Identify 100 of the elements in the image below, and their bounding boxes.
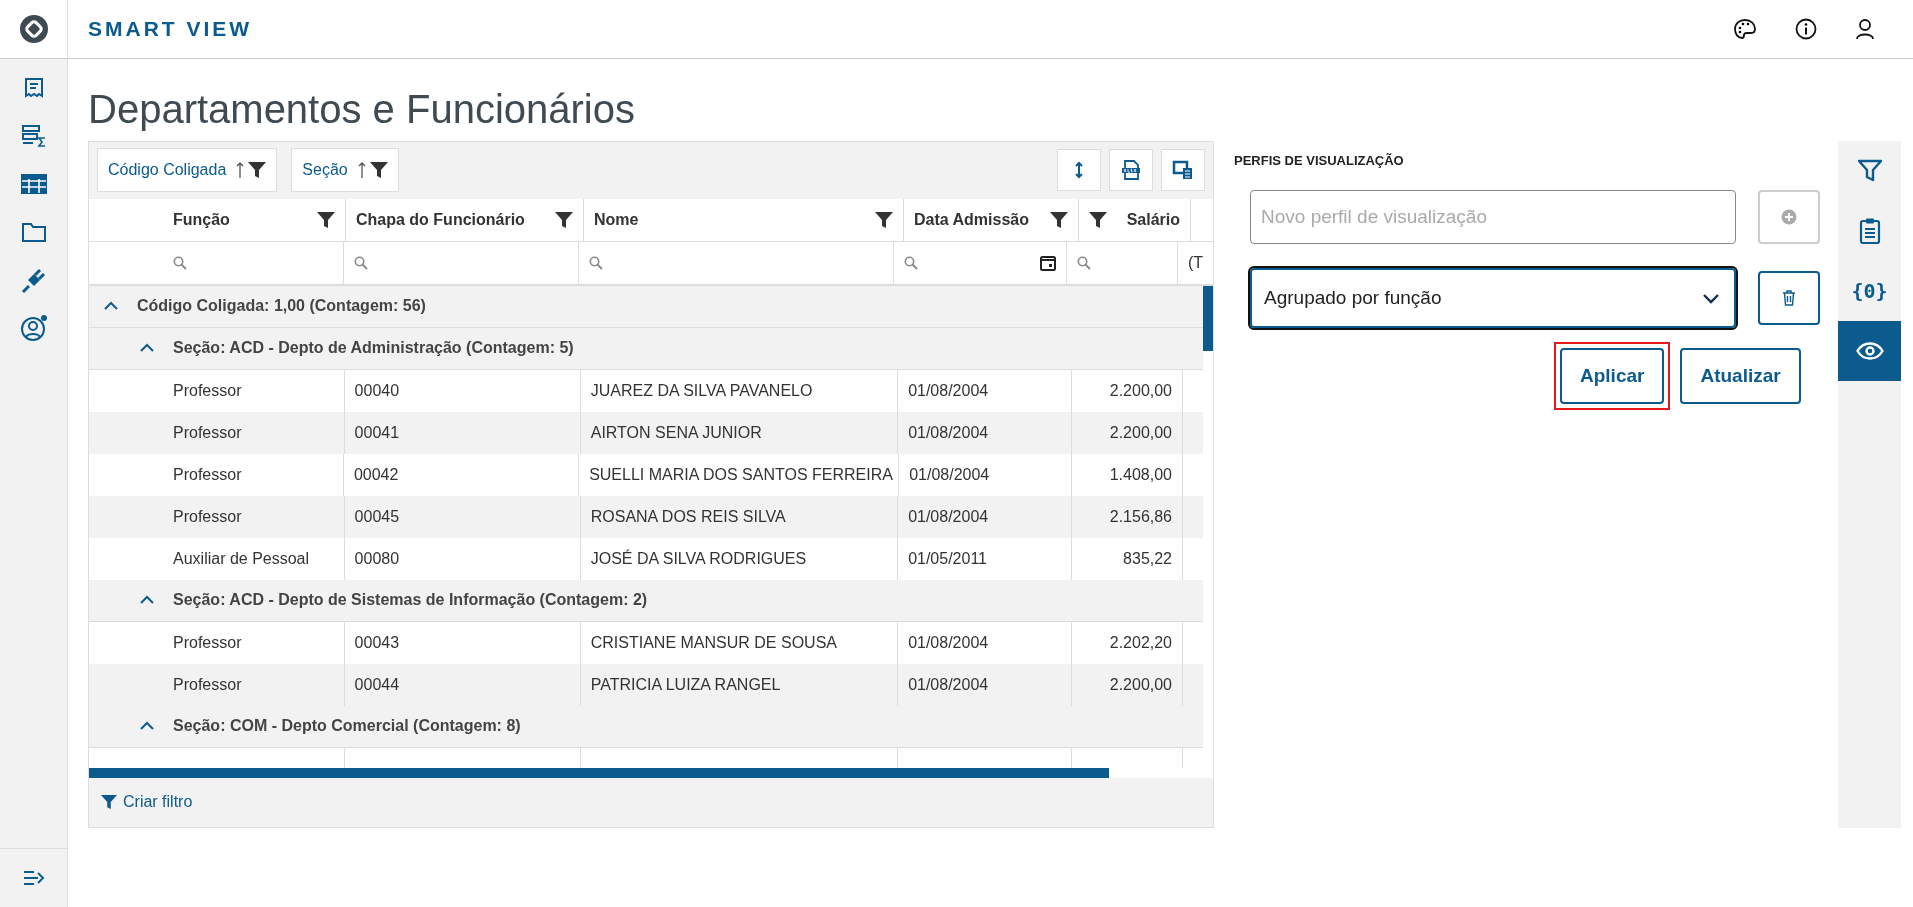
table-cell: 00044 bbox=[354, 675, 400, 694]
table-cell: Professor bbox=[173, 633, 242, 652]
columns-button[interactable] bbox=[1161, 149, 1205, 192]
info-icon[interactable] bbox=[1795, 18, 1817, 40]
table-cell: 01/08/2004 bbox=[908, 675, 989, 694]
table-cell: Professor bbox=[173, 381, 242, 400]
filter-icon bbox=[101, 794, 117, 811]
column-label: Chapa do Funcionário bbox=[356, 210, 526, 229]
search-icon bbox=[1077, 255, 1092, 270]
table-cell: 00080 bbox=[354, 549, 400, 568]
logo-icon bbox=[18, 14, 49, 44]
clipboard-icon bbox=[1858, 217, 1881, 245]
column-label: Salário bbox=[1125, 210, 1180, 229]
column-filter-text: (T bbox=[1187, 253, 1203, 272]
column-header[interactable]: Função bbox=[89, 198, 346, 241]
group-label: Seção: ACD - Depto de Sistemas de Informação (Contagem: 2) bbox=[173, 591, 648, 610]
table-cell: 2.202,20 bbox=[1109, 633, 1172, 652]
chip-label: Código Coligada bbox=[108, 161, 227, 180]
table-cell: 1.408,00 bbox=[1109, 465, 1172, 484]
table-icon bbox=[19, 172, 48, 196]
page-title: Departamentos e Funcionários bbox=[88, 86, 636, 133]
table-cell: SUELLI MARIA DOS SANTOS FERREIRA bbox=[589, 465, 893, 484]
vertical-scrollbar[interactable] bbox=[1203, 285, 1213, 351]
group-row[interactable]: Seção: ACD - Depto de Administração (Contagem: 5) bbox=[89, 327, 1203, 370]
table-cell: 2.200,00 bbox=[1109, 381, 1172, 400]
table-cell: 00045 bbox=[354, 507, 400, 526]
filter-icon[interactable] bbox=[555, 210, 573, 229]
vertical-arrows-icon bbox=[1075, 161, 1083, 180]
group-row[interactable]: Seção: ACD - Depto de Sistemas de Informação (Contagem: 2) bbox=[89, 579, 1203, 622]
table-cell: Professor bbox=[173, 423, 242, 442]
profile-select[interactable]: Agrupado por função bbox=[1250, 268, 1736, 328]
caret-icon[interactable] bbox=[139, 595, 155, 606]
folder-icon bbox=[20, 221, 47, 243]
sort-ascending-icon[interactable] bbox=[236, 161, 245, 180]
table-cell: 00043 bbox=[354, 633, 400, 652]
horizontal-scrollbar[interactable] bbox=[89, 767, 1109, 778]
table-cell: JUAREZ DA SILVA PAVANELO bbox=[590, 381, 813, 400]
table-cell: Auxiliar de Pessoal bbox=[173, 549, 310, 568]
list-sum-icon bbox=[20, 123, 47, 149]
table-cell: 2.200,00 bbox=[1109, 423, 1172, 442]
table-cell: 00041 bbox=[354, 423, 400, 442]
table-cell: ROSANA DOS REIS SILVA bbox=[590, 507, 786, 526]
calendar-icon[interactable] bbox=[1040, 254, 1057, 271]
filter-icon[interactable] bbox=[1089, 210, 1107, 229]
caret-icon[interactable] bbox=[139, 343, 155, 354]
caret-icon[interactable] bbox=[103, 301, 119, 312]
table-cell: 00042 bbox=[353, 465, 399, 484]
export-xlsx-button[interactable] bbox=[1109, 149, 1153, 192]
side-tab[interactable]: {0} bbox=[1838, 261, 1901, 321]
new-profile-field[interactable]: Novo perfil de visualização bbox=[1250, 190, 1736, 244]
table-cell: AIRTON SENA JUNIOR bbox=[590, 423, 762, 442]
table-cell: Professor bbox=[173, 675, 242, 694]
filter-icon[interactable] bbox=[1050, 210, 1068, 229]
search-icon bbox=[173, 255, 187, 270]
spreadsheet-file-icon bbox=[1121, 160, 1141, 181]
group-label: Seção: ACD - Depto de Administração (Contagem: 5) bbox=[173, 339, 574, 358]
caret-icon[interactable] bbox=[139, 721, 155, 732]
table-cell: Professor bbox=[173, 465, 242, 484]
chevron-down-icon bbox=[1702, 292, 1720, 304]
app-title: SMART VIEW bbox=[88, 17, 253, 41]
expand-menu-icon[interactable] bbox=[22, 870, 45, 886]
column-label: Função bbox=[173, 210, 231, 229]
plus-circle-icon bbox=[1781, 209, 1797, 225]
table-cell: CRISTIANE MANSUR DE SOUSA bbox=[590, 633, 837, 652]
table-cell: 01/08/2004 bbox=[908, 633, 989, 652]
profile-action-button[interactable]: Atualizar bbox=[1680, 348, 1801, 404]
table-cell: 2.156,86 bbox=[1109, 507, 1172, 526]
profile-action-button[interactable]: Aplicar bbox=[1560, 348, 1665, 404]
side-tab[interactable] bbox=[1838, 321, 1901, 381]
filter-icon[interactable] bbox=[369, 161, 388, 180]
column-header[interactable]: Salário bbox=[1079, 198, 1191, 241]
create-filter-link[interactable]: Criar filtro bbox=[101, 793, 193, 812]
plug-icon bbox=[19, 266, 48, 294]
filter-icon[interactable] bbox=[875, 210, 893, 229]
table-cell: 00040 bbox=[354, 381, 400, 400]
sort-ascending-icon[interactable] bbox=[357, 161, 366, 180]
table-cell: 835,22 bbox=[1123, 549, 1172, 568]
grouping-chip[interactable]: Código Coligada bbox=[97, 148, 278, 193]
group-label: Código Coligada: 1,00 (Contagem: 56) bbox=[137, 297, 426, 316]
search-icon bbox=[353, 255, 368, 270]
palette-icon[interactable] bbox=[1733, 18, 1757, 40]
table-cell: JOSÉ DA SILVA RODRIGUES bbox=[590, 549, 807, 568]
panel-title: PERFIS DE VISUALIZAÇÃO bbox=[1234, 153, 1405, 168]
delete-profile-button[interactable] bbox=[1758, 271, 1820, 325]
column-label: Nome bbox=[594, 210, 640, 229]
column-label: Data Admissão bbox=[914, 210, 1030, 229]
filter-icon[interactable] bbox=[248, 161, 267, 180]
table-cell: 01/08/2004 bbox=[909, 465, 990, 484]
grouping-chip[interactable]: Seção bbox=[291, 148, 399, 193]
group-row[interactable]: Código Coligada: 1,00 (Contagem: 56) bbox=[89, 285, 1203, 328]
group-row[interactable]: Seção: COM - Depto Comercial (Contagem: 8) bbox=[89, 705, 1203, 748]
filter-icon[interactable] bbox=[317, 210, 335, 229]
table-cell: Professor bbox=[173, 507, 242, 526]
search-icon bbox=[588, 255, 603, 270]
column-header[interactable]: Chapa do Funcionário bbox=[346, 198, 584, 241]
row-height-button[interactable] bbox=[1057, 149, 1101, 192]
user-icon[interactable] bbox=[1855, 18, 1875, 40]
column-header[interactable]: Nome bbox=[584, 198, 904, 241]
column-header[interactable]: Data Admissão bbox=[904, 198, 1079, 241]
filter-icon bbox=[1856, 158, 1883, 184]
